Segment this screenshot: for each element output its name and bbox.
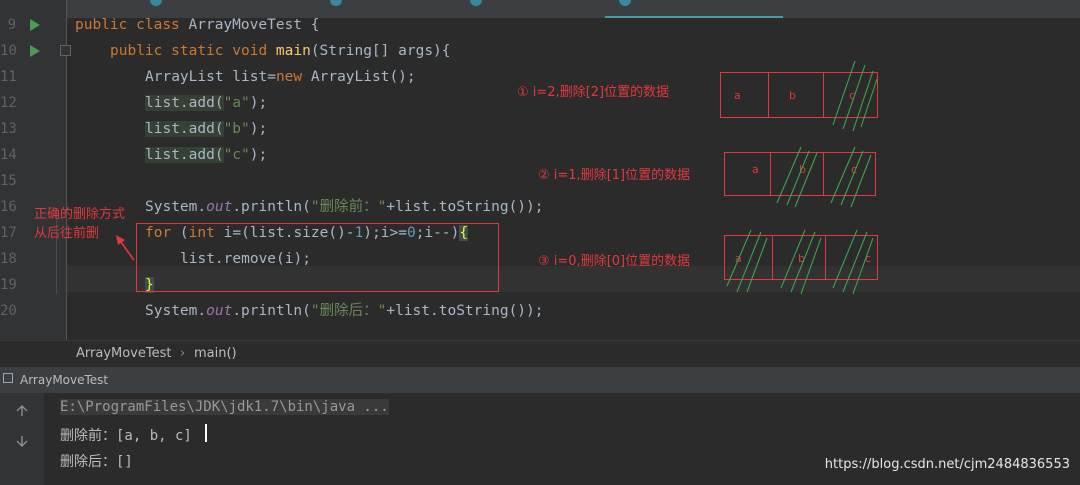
run-main-icon[interactable] [30, 45, 40, 57]
strikethrough-scribble [726, 229, 874, 295]
code-line-12: list.add("a"); [145, 90, 267, 116]
annotation-step-1: ① i=2,删除[2]位置的数据 [517, 85, 670, 100]
breadcrumb-method[interactable]: main() [194, 346, 237, 361]
code-text: ); [249, 95, 268, 111]
code-text: (String[] args){ [310, 43, 451, 59]
strikethrough-scribble [776, 146, 872, 208]
string-literal: "a" [223, 95, 250, 111]
code-line-16: System.out.println("删除前："+list.toString(… [145, 194, 544, 220]
static-field: out [206, 199, 233, 215]
keyword: void [232, 43, 268, 59]
code-text: list.add( [145, 147, 224, 163]
run-config-icon [3, 373, 13, 383]
annotation-step-2: ② i=1,删除[1]位置的数据 [538, 168, 691, 183]
arrow-down-icon[interactable] [16, 435, 28, 447]
code-text: ArrayList(); [302, 69, 416, 85]
string-literal: "删除后：" [310, 303, 387, 319]
watermark: https://blog.csdn.net/cjm2484836553 [824, 457, 1070, 472]
keyword: static [171, 43, 224, 59]
code-text: ArrayList list= [145, 69, 276, 85]
identifier: ArrayMoveTest [188, 17, 303, 33]
line-number: 17 [0, 225, 17, 241]
code-text: list.add( [145, 95, 224, 111]
line-number: 20 [0, 303, 17, 319]
console-output-before: 删除前：[a, b, c] [60, 428, 192, 444]
java-file-icon [619, 0, 631, 6]
breadcrumb: ArrayMoveTest › main() [0, 340, 1080, 368]
red-arrow-icon [116, 235, 135, 261]
strikethrough-scribble [832, 60, 878, 132]
java-file-icon [150, 0, 162, 6]
annotation-step-3: ③ i=0,删除[0]位置的数据 [538, 254, 691, 269]
line-number: 12 [0, 95, 17, 111]
method-name: main [275, 43, 311, 59]
line-number: 15 [0, 173, 17, 189]
cell-value: b [789, 89, 796, 102]
fold-marker-icon[interactable] [60, 45, 71, 56]
code-text: +list.toString()); [386, 199, 544, 215]
run-tool-window-header: ArrayMoveTest [0, 367, 1080, 393]
keyword: new [275, 69, 303, 85]
loop-highlight-box [136, 223, 499, 292]
breadcrumb-class[interactable]: ArrayMoveTest [76, 346, 171, 361]
brace: { [310, 17, 320, 33]
annotation-back-to-front: 从后往前删 [34, 226, 100, 241]
keyword: public [110, 43, 163, 59]
string-literal: "删除前：" [310, 199, 387, 215]
cell-value: a [734, 89, 741, 102]
line-number: 13 [0, 121, 17, 137]
line-number: 14 [0, 147, 17, 163]
code-line-11: ArrayList list=new ArrayList(); [145, 64, 416, 90]
static-field: out [206, 303, 233, 319]
code-line-9: public class ArrayMoveTest { [75, 12, 319, 38]
code-text: list.add( [145, 121, 224, 137]
code-text: ); [249, 147, 268, 163]
line-number: 11 [0, 69, 17, 85]
console-command-line: E:\ProgramFiles\JDK\jdk1.7\bin\java ... [60, 399, 389, 415]
java-file-icon [330, 0, 342, 6]
text-cursor [205, 424, 207, 442]
java-file-icon [470, 0, 482, 6]
editor-tab[interactable] [330, 0, 470, 18]
cell-divider [823, 73, 824, 117]
breadcrumb-separator: › [180, 346, 186, 361]
code-text: System. [145, 199, 207, 215]
line-number: 16 [0, 199, 17, 215]
cell-value: a [752, 163, 759, 176]
line-number: 18 [0, 251, 17, 267]
line-number: 10 [0, 43, 17, 59]
annotation-correct-way: 正确的删除方式 [34, 207, 126, 222]
array-diagram-step-2: a b c [724, 146, 876, 208]
code-editor[interactable]: 9 10 11 12 13 14 15 16 17 18 19 20 publi… [0, 0, 1080, 340]
keyword: public [75, 17, 128, 33]
string-literal: "c" [223, 147, 250, 163]
cell-divider [768, 73, 769, 117]
run-class-icon[interactable] [30, 19, 40, 31]
editor-tab[interactable] [470, 0, 610, 18]
console-output-after: 删除后：[] [60, 454, 133, 470]
console-sidebar [0, 393, 44, 485]
line-number: 19 [0, 277, 17, 293]
code-text: ); [249, 121, 268, 137]
code-line-13: list.add("b"); [145, 116, 267, 142]
code-line-10: public static void main(String[] args){ [110, 38, 451, 64]
array-diagram-step-3: a b c [724, 229, 878, 295]
arrow-up-icon[interactable] [16, 405, 28, 417]
code-text: .println( [232, 199, 311, 215]
string-literal: "b" [223, 121, 250, 137]
keyword: class [136, 17, 180, 33]
code-line-20: System.out.println("删除后："+list.toString(… [145, 298, 544, 324]
run-tab-title[interactable]: ArrayMoveTest [20, 373, 108, 387]
array-diagram-step-1: a b c [720, 60, 878, 132]
code-text: System. [145, 303, 207, 319]
code-line-14: list.add("c"); [145, 142, 267, 168]
editor-tab-active[interactable] [605, 0, 783, 18]
code-text: .println( [232, 303, 311, 319]
line-number: 9 [7, 17, 16, 33]
code-text: +list.toString()); [386, 303, 544, 319]
